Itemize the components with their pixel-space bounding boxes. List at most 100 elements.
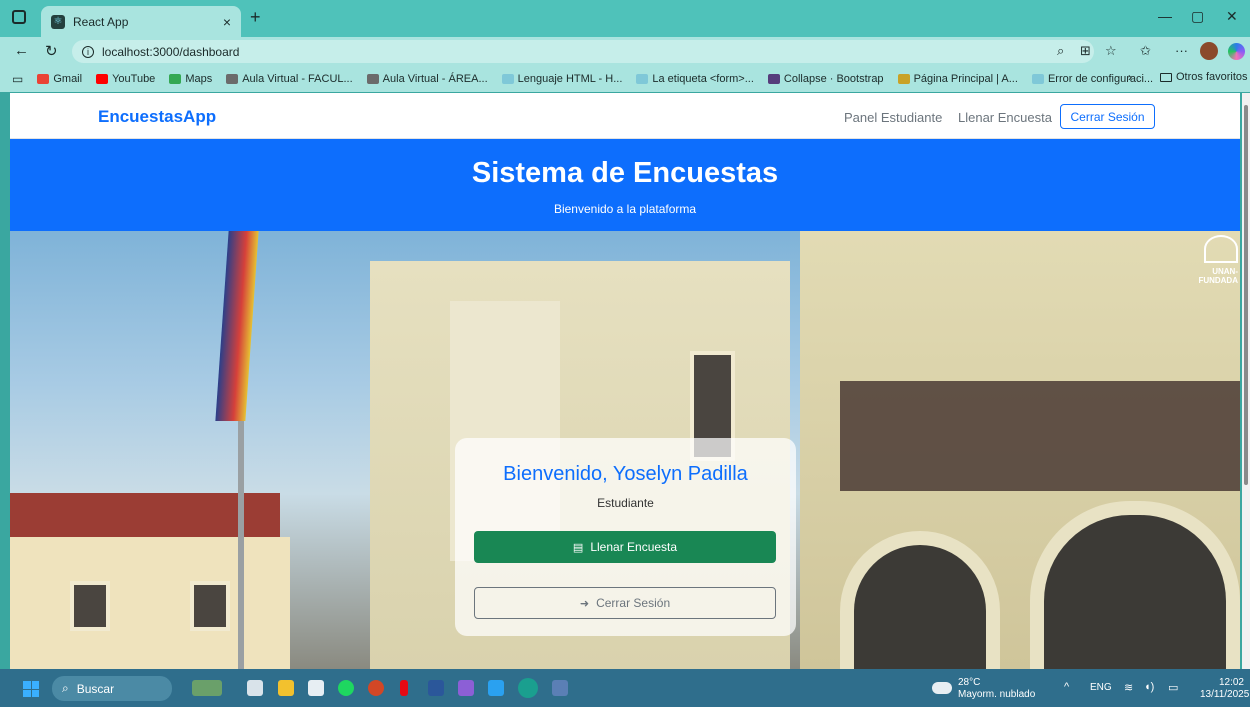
bookmark-favicon-icon (226, 74, 239, 84)
copilot-icon[interactable] (1228, 43, 1245, 60)
app-available-icon[interactable]: ⊞ (1080, 43, 1091, 59)
fill-survey-button[interactable]: ▤ Llenar Encuesta (474, 531, 776, 563)
windows-taskbar: ⌕ Buscar 28°C Mayorm. nublado ^ ENG ≋ ◖)… (0, 669, 1250, 707)
page-viewport: EncuestasApp Panel Estudiante Llenar Enc… (10, 93, 1240, 669)
powerpoint-icon[interactable] (368, 680, 384, 696)
taskbar-search[interactable]: ⌕ Buscar (52, 676, 172, 701)
bookmark-label: Aula Virtual - FACUL... (242, 73, 353, 85)
battery-icon[interactable]: ▭ (1168, 681, 1178, 694)
app-icon[interactable] (552, 680, 568, 696)
more-menu-icon[interactable]: ··· (1175, 43, 1188, 58)
weather-widget[interactable]: 28°C Mayorm. nublado (958, 677, 1035, 701)
system-clock[interactable]: 12:02 13/11/2025 (1200, 677, 1249, 701)
start-icon[interactable] (23, 681, 39, 697)
bookmark-item[interactable]: Error de configuraci... (1031, 73, 1154, 85)
new-tab-icon[interactable]: + (250, 7, 261, 28)
window-close-icon[interactable]: ✕ (1226, 8, 1238, 25)
tab-actions-icon[interactable] (12, 10, 26, 24)
url-text: localhost:3000/dashboard (102, 44, 240, 59)
bookmark-favicon-icon (169, 74, 182, 84)
vscode-icon[interactable] (488, 680, 504, 696)
store-icon[interactable] (308, 680, 324, 696)
bookmarks-more-chevron-icon[interactable]: › (1128, 70, 1132, 84)
left-building (10, 537, 290, 669)
volume-icon[interactable]: ◖) (1144, 681, 1154, 693)
favorites-icon[interactable]: ✩ (1140, 43, 1151, 59)
bookmark-label: YouTube (112, 73, 156, 85)
bookmark-favicon-icon (897, 74, 910, 84)
wifi-icon[interactable]: ≋ (1124, 681, 1133, 694)
folder-icon (1160, 72, 1172, 82)
tray-chevron-icon[interactable]: ^ (1064, 681, 1069, 693)
bookmark-favicon-icon (366, 74, 379, 84)
browser-tab[interactable]: ⚛ React App × (41, 6, 241, 37)
scroll-thumb[interactable] (1244, 105, 1248, 485)
brand-link[interactable]: EncuestasApp (98, 107, 216, 127)
bookmark-favicon-icon (37, 74, 50, 84)
bookmark-label: Error de configuraci... (1047, 73, 1154, 85)
file-icon: ▤ (572, 541, 584, 554)
language-indicator[interactable]: ENG (1090, 682, 1112, 693)
netflix-icon[interactable] (400, 680, 408, 696)
browser-tab-strip: ⚛ React App × + — ▢ ✕ (0, 0, 1250, 37)
weather-desc: Mayorm. nublado (958, 689, 1036, 700)
collections-icon[interactable]: ▭ (12, 72, 23, 86)
visual-studio-icon[interactable] (458, 680, 474, 696)
bookmark-favicon-icon (501, 74, 514, 84)
bookmark-favicon-icon (1031, 74, 1044, 84)
window (70, 581, 110, 631)
page-scrollbar[interactable] (1242, 93, 1250, 669)
window (190, 581, 230, 631)
bookmark-item[interactable]: Maps (169, 73, 212, 85)
bookmark-item[interactable]: Collapse · Bootstrap (767, 73, 884, 85)
other-favorites-folder[interactable]: Otros favoritos (1160, 71, 1248, 83)
task-view-icon[interactable] (247, 680, 263, 696)
bookmarks-bar: ▭ Gmail YouTube Maps Aula Virtual - FACUL..… (0, 66, 1250, 92)
other-favorites-label: Otros favoritos (1176, 71, 1248, 83)
widgets-icon[interactable] (192, 680, 222, 696)
fill-survey-label: Llenar Encuesta (590, 540, 678, 554)
nav-link-panel[interactable]: Panel Estudiante (844, 110, 942, 125)
nav-logout-button[interactable]: Cerrar Sesión (1060, 104, 1155, 129)
edge-icon[interactable] (518, 678, 538, 698)
back-icon[interactable]: ← (14, 42, 29, 59)
bookmark-label: Gmail (53, 73, 83, 85)
bookmark-item[interactable]: Página Principal | A... (897, 73, 1018, 85)
search-icon: ⌕ (62, 681, 69, 695)
bookmark-label: Aula Virtual - ÁREA... (382, 73, 488, 85)
word-icon[interactable] (428, 680, 444, 696)
bookmark-item[interactable]: Gmail (37, 73, 82, 85)
bookmark-item[interactable]: YouTube (96, 73, 155, 85)
hero-banner: Sistema de Encuestas Bienvenido a la pla… (10, 139, 1240, 231)
search-lens-icon[interactable]: ⌕ (1057, 43, 1064, 59)
tab-close-icon[interactable]: × (223, 14, 231, 30)
favorite-star-icon[interactable]: ☆ (1105, 43, 1117, 59)
bookmark-item[interactable]: La etiqueta <form>... (636, 73, 754, 85)
bookmark-label: Maps (185, 73, 213, 85)
file-explorer-icon[interactable] (278, 680, 294, 696)
bookmark-item[interactable]: Aula Virtual - ÁREA... (366, 73, 488, 85)
spotify-icon[interactable] (338, 680, 354, 696)
url-input[interactable]: i localhost:3000/dashboard (72, 40, 1094, 63)
logout-label: Cerrar Sesión (596, 596, 671, 610)
bookmark-item[interactable]: Lenguaje HTML - H... (501, 73, 623, 85)
sign-out-icon: ➜ (579, 597, 590, 610)
page-subtitle: Bienvenido a la plataforma (553, 202, 697, 216)
restore-icon[interactable]: ▢ (1191, 8, 1204, 25)
profile-avatar[interactable] (1200, 42, 1218, 60)
refresh-icon[interactable]: ↻ (45, 42, 58, 60)
bookmark-favicon-icon (636, 74, 649, 84)
address-bar-row: ← ↻ i localhost:3000/dashboard ⌕ ⊞ ☆ ✩ ·… (0, 37, 1250, 66)
campus-background-image: UNAN- FUNDADA Bienvenido, Yoselyn Padill… (10, 231, 1240, 669)
react-favicon-icon: ⚛ (51, 14, 65, 29)
bookmark-label: Lenguaje HTML - H... (517, 73, 623, 85)
bookmark-label: Collapse · Bootstrap (783, 73, 884, 85)
minimize-icon[interactable]: — (1158, 8, 1172, 24)
bookmark-label: La etiqueta <form>... (652, 73, 754, 85)
welcome-heading: Bienvenido, Yoselyn Padilla (503, 463, 748, 485)
bookmark-item[interactable]: Aula Virtual - FACUL... (226, 73, 353, 85)
site-info-icon[interactable]: i (82, 45, 94, 58)
logout-button[interactable]: ➜ Cerrar Sesión (474, 587, 776, 619)
welcome-card: Bienvenido, Yoselyn Padilla Estudiante ▤… (455, 438, 796, 636)
nav-link-fill-survey[interactable]: Llenar Encuesta (958, 110, 1052, 125)
